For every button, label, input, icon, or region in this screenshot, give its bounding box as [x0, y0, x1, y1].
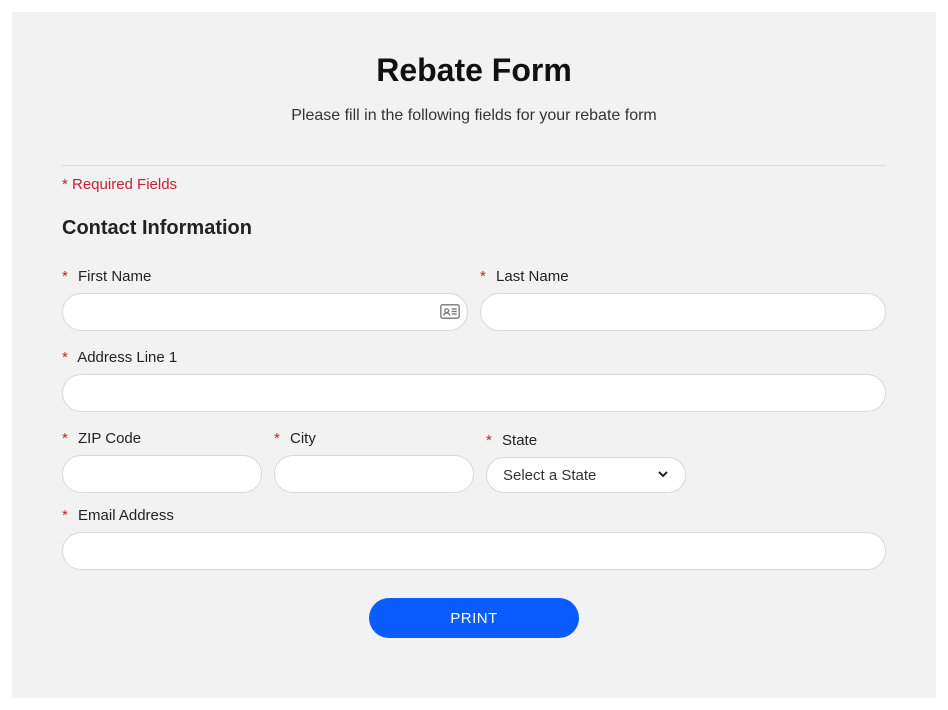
- email-label: * Email Address: [62, 507, 886, 524]
- label-text: Address Line 1: [77, 349, 177, 366]
- address1-input[interactable]: [62, 374, 886, 412]
- first-name-label: * First Name: [62, 268, 468, 285]
- required-fields-note: * Required Fields: [62, 176, 886, 193]
- print-button[interactable]: PRINT: [369, 598, 579, 638]
- page-subtitle: Please fill in the following fields for …: [62, 107, 886, 125]
- zip-label: * ZIP Code: [62, 430, 262, 447]
- label-text: Last Name: [496, 268, 569, 285]
- state-label: * State: [486, 432, 686, 449]
- contact-card-icon: [440, 304, 460, 320]
- first-name-input[interactable]: [62, 293, 468, 331]
- divider: [62, 165, 886, 166]
- label-text: ZIP Code: [78, 430, 141, 447]
- required-asterisk: *: [62, 268, 68, 285]
- city-label: * City: [274, 430, 474, 447]
- required-asterisk: *: [486, 432, 492, 449]
- address1-label: * Address Line 1: [62, 349, 886, 366]
- last-name-input[interactable]: [480, 293, 886, 331]
- required-asterisk: *: [274, 430, 280, 447]
- form-container: Rebate Form Please fill in the following…: [12, 12, 936, 698]
- section-title: Contact Information: [62, 217, 886, 240]
- required-asterisk: *: [480, 268, 486, 285]
- page-title: Rebate Form: [62, 52, 886, 89]
- state-select[interactable]: Select a State: [486, 457, 686, 493]
- required-asterisk: *: [62, 349, 68, 366]
- chevron-down-icon: [657, 467, 669, 484]
- required-asterisk: *: [62, 507, 68, 524]
- label-text: City: [290, 430, 316, 447]
- label-text: Email Address: [78, 507, 174, 524]
- zip-input[interactable]: [62, 455, 262, 493]
- email-input[interactable]: [62, 532, 886, 570]
- required-asterisk: *: [62, 430, 68, 447]
- label-text: First Name: [78, 268, 151, 285]
- last-name-label: * Last Name: [480, 268, 886, 285]
- state-selected-value: Select a State: [503, 467, 596, 484]
- label-text: State: [502, 432, 537, 449]
- city-input[interactable]: [274, 455, 474, 493]
